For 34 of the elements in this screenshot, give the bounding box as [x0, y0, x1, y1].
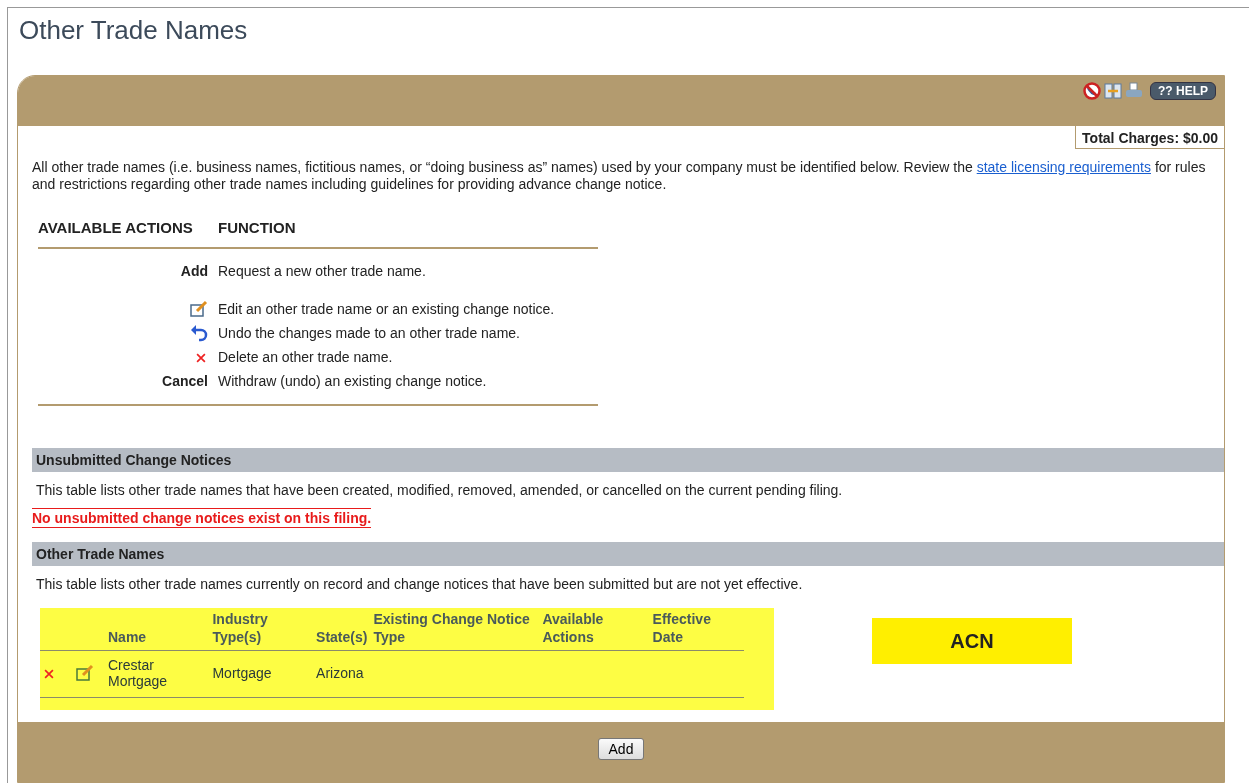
help-button[interactable]: ?? HELP: [1150, 82, 1216, 100]
function-text: Request a new other trade name.: [218, 248, 598, 283]
column-header: Existing Change Notice Type: [373, 610, 543, 651]
total-charges: Total Charges: $0.00: [1075, 126, 1224, 149]
page-title: Other Trade Names: [19, 15, 249, 47]
column-header: Industry Type(s): [212, 610, 317, 651]
intro-paragraph: All other trade names (i.e. business names, fictitious names, or “doing business as” names) used by your company must be identified below. Review the state licensing requirements for rules and restrictions regarding other trade names including guidelines for providing advance change notice.: [32, 159, 1207, 193]
column-header: Available Actions: [542, 610, 653, 651]
add-button[interactable]: Add: [597, 738, 645, 760]
edit-icon[interactable]: [76, 664, 94, 683]
column-header: AVAILABLE ACTIONS: [38, 219, 218, 248]
column-header: Name: [108, 610, 213, 651]
compare-icon: [1104, 82, 1122, 100]
action-label: Cancel: [162, 373, 208, 389]
column-header: FUNCTION: [218, 219, 598, 248]
function-text: Delete an other trade name.: [218, 348, 394, 367]
section-description: This table lists other trade names currently on record and change notices that have been submitted but are not yet effective.: [36, 576, 804, 592]
function-text: Withdraw (undo) an existing change notice.: [218, 369, 598, 405]
table-cell: Mortgage: [212, 650, 317, 698]
licensing-link[interactable]: state licensing requirements: [976, 159, 1151, 175]
column-header: State(s): [316, 610, 374, 651]
column-header: Effective Date: [652, 610, 744, 651]
section-header: Other Trade Names: [32, 542, 1224, 566]
function-text: Undo the changes made to an other trade name.: [218, 324, 521, 343]
section-description: This table lists other trade names that have been created, modified, removed, amended, or cancelled on the current pending filing.: [36, 482, 844, 498]
table-cell: Crestar Mortgage: [108, 650, 213, 698]
table-cell: Arizona: [316, 650, 374, 698]
edit-icon: [190, 300, 208, 319]
undo-icon: [190, 324, 208, 343]
section-header: Unsubmitted Change Notices: [32, 448, 1224, 472]
annotation-label: ACN: [872, 618, 1072, 664]
empty-message: No unsubmitted change notices exist on this filing.: [32, 508, 372, 528]
action-label: Add: [180, 263, 208, 279]
function-text: Edit an other trade name or an existing change notice.: [218, 300, 556, 319]
